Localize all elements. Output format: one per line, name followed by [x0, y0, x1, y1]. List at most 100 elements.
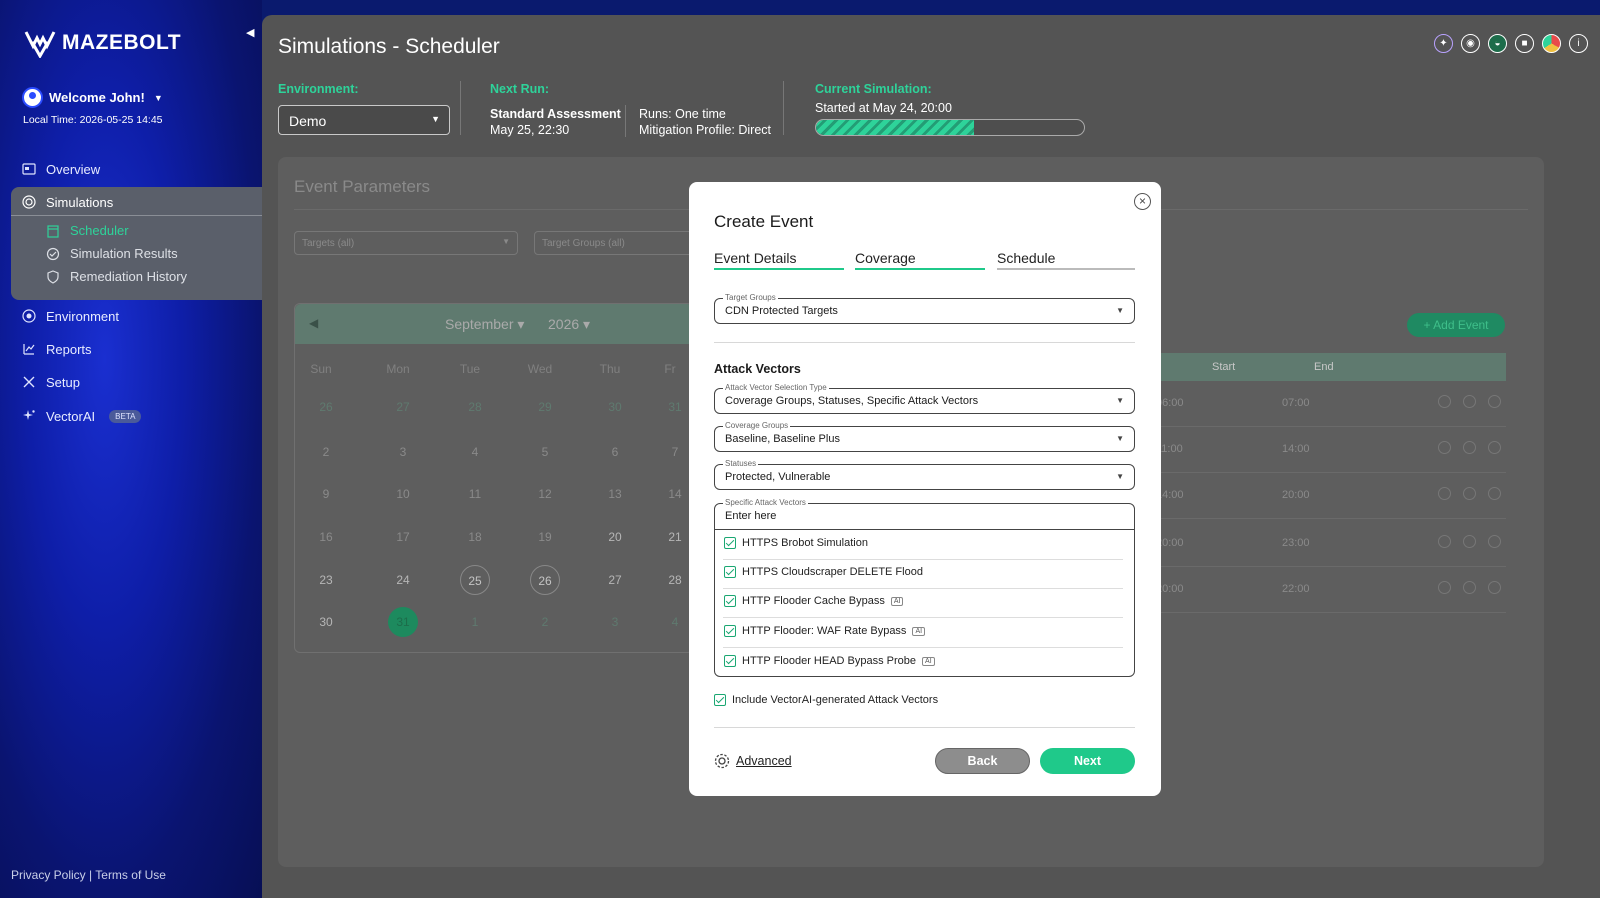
stop-icon[interactable]: ■	[1515, 34, 1534, 53]
calendar-day[interactable]: 2	[311, 437, 341, 467]
calendar-day[interactable]: 26	[311, 392, 341, 422]
calendar-day[interactable]: 29	[530, 392, 560, 422]
calendar-day[interactable]: 27	[388, 392, 418, 422]
nav-setup[interactable]: Setup	[22, 372, 80, 392]
delete-icon[interactable]	[1488, 441, 1501, 454]
calendar-day[interactable]: 11	[460, 479, 490, 509]
zoom-icon[interactable]	[1438, 441, 1451, 454]
edit-icon[interactable]	[1463, 535, 1476, 548]
calendar-day[interactable]: 10	[388, 479, 418, 509]
add-event-button[interactable]: + Add Event	[1407, 313, 1505, 337]
terms-link[interactable]: Terms of Use	[95, 868, 166, 882]
calendar-day[interactable]: 30	[311, 607, 341, 637]
nav-simulation-results[interactable]: Simulation Results	[46, 246, 178, 261]
calendar-month[interactable]: September ▾	[445, 316, 524, 333]
calendar-day[interactable]: 7	[660, 437, 690, 467]
traffic-light-icon[interactable]	[1542, 34, 1561, 53]
calendar-day[interactable]: 1	[460, 607, 490, 637]
delete-icon[interactable]	[1488, 395, 1501, 408]
calendar-day[interactable]: 4	[660, 607, 690, 637]
status-icon[interactable]: ◉	[1461, 34, 1480, 53]
calendar-year[interactable]: 2026 ▾	[548, 316, 590, 333]
privacy-link[interactable]: Privacy Policy	[11, 868, 86, 882]
nav-remediation-history[interactable]: Remediation History	[46, 269, 187, 284]
calendar-day[interactable]: 28	[660, 565, 690, 595]
edit-icon[interactable]	[1463, 441, 1476, 454]
delete-icon[interactable]	[1488, 581, 1501, 594]
selection-type-select[interactable]: Attack Vector Selection Type Coverage Gr…	[714, 383, 1135, 414]
calendar-day[interactable]: 25	[460, 565, 490, 595]
environment-select[interactable]: Demo ▼	[278, 105, 450, 135]
specific-vectors-input[interactable]: Enter here	[725, 510, 776, 522]
calendar-day[interactable]: 6	[600, 437, 630, 467]
calendar-day[interactable]: 31	[388, 607, 418, 637]
schedule-row[interactable]: 20:00 23:00	[1130, 521, 1506, 567]
calendar-day[interactable]: 3	[388, 437, 418, 467]
calendar-day[interactable]: 5	[530, 437, 560, 467]
zoom-icon[interactable]	[1438, 581, 1451, 594]
calendar-day[interactable]: 14	[660, 479, 690, 509]
zoom-icon[interactable]	[1438, 535, 1451, 548]
schedule-row[interactable]: 14:00 20:00	[1130, 473, 1506, 519]
calendar-day[interactable]: 9	[311, 479, 341, 509]
calendar-day[interactable]: 18	[460, 522, 490, 552]
delete-icon[interactable]	[1488, 535, 1501, 548]
calendar-day[interactable]: 13	[600, 479, 630, 509]
calendar-day[interactable]: 28	[460, 392, 490, 422]
attack-vector-item[interactable]: HTTPS Cloudscraper DELETE Flood	[724, 566, 923, 578]
health-icon[interactable]: ◒	[1488, 34, 1507, 53]
edit-icon[interactable]	[1463, 581, 1476, 594]
calendar-day[interactable]: 21	[660, 522, 690, 552]
zoom-icon[interactable]	[1438, 487, 1451, 500]
target-groups-select[interactable]: Target Groups CDN Protected Targets ▼	[714, 293, 1135, 324]
calendar-day[interactable]: 26	[530, 565, 560, 595]
schedule-row[interactable]: 11:00 14:00	[1130, 427, 1506, 473]
attack-vector-item[interactable]: HTTP Flooder Cache Bypass AI	[724, 595, 904, 607]
attack-vector-item[interactable]: HTTP Flooder: WAF Rate Bypass AI	[724, 625, 926, 637]
target-groups-filter[interactable]: Target Groups (all)	[534, 231, 694, 255]
calendar-day[interactable]: 31	[660, 392, 690, 422]
user-menu[interactable]: Welcome John! ▼	[22, 87, 163, 108]
calendar-day[interactable]: 17	[388, 522, 418, 552]
attack-vector-item[interactable]: HTTP Flooder HEAD Bypass Probe AI	[724, 655, 935, 667]
targets-filter[interactable]: Targets (all) ▼	[294, 231, 518, 255]
statuses-select[interactable]: Statuses Protected, Vulnerable ▼	[714, 459, 1135, 490]
calendar-day[interactable]: 2	[530, 607, 560, 637]
calendar-day[interactable]: 20	[600, 522, 630, 552]
brand-logo[interactable]: MAZEBOLT	[24, 28, 181, 58]
coverage-groups-select[interactable]: Coverage Groups Baseline, Baseline Plus …	[714, 421, 1135, 452]
delete-icon[interactable]	[1488, 487, 1501, 500]
calendar-day[interactable]: 19	[530, 522, 560, 552]
calendar-day[interactable]: 24	[388, 565, 418, 595]
calendar-day[interactable]: 12	[530, 479, 560, 509]
calendar-day[interactable]: 3	[600, 607, 630, 637]
advanced-link[interactable]: Advanced	[714, 753, 792, 769]
edit-icon[interactable]	[1463, 487, 1476, 500]
calendar-day[interactable]: 4	[460, 437, 490, 467]
edit-icon[interactable]	[1463, 395, 1476, 408]
calendar-day[interactable]: 30	[600, 392, 630, 422]
next-button[interactable]: Next	[1040, 748, 1135, 774]
info-icon[interactable]: i	[1569, 34, 1588, 53]
schedule-row[interactable]: 20:00 22:00	[1130, 567, 1506, 613]
close-icon[interactable]: ×	[1134, 193, 1151, 210]
ai-sparkle-icon[interactable]: ✦	[1434, 34, 1453, 53]
nav-scheduler[interactable]: Scheduler	[46, 223, 129, 238]
back-button[interactable]: Back	[935, 748, 1030, 774]
calendar-day[interactable]: 16	[311, 522, 341, 552]
calendar-day-of-week: Wed	[527, 362, 553, 376]
schedule-row[interactable]: 06:00 07:00	[1130, 381, 1506, 427]
nav-overview[interactable]: Overview	[22, 159, 100, 179]
nav-environment[interactable]: Environment	[22, 306, 119, 326]
nav-vectorai[interactable]: VectorAI BETA	[22, 406, 142, 426]
include-ai-vectors-checkbox[interactable]: Include VectorAI-generated Attack Vector…	[714, 694, 938, 706]
nav-simulations[interactable]: Simulations	[22, 192, 113, 212]
collapse-sidebar-icon[interactable]: ◀	[246, 26, 254, 39]
zoom-icon[interactable]	[1438, 395, 1451, 408]
attack-vector-name: HTTPS Cloudscraper DELETE Flood	[742, 566, 923, 578]
nav-reports[interactable]: Reports	[22, 339, 92, 359]
calendar-day[interactable]: 23	[311, 565, 341, 595]
prev-month-icon[interactable]: ◀	[309, 316, 318, 330]
attack-vector-item[interactable]: HTTPS Brobot Simulation	[724, 537, 868, 549]
calendar-day[interactable]: 27	[600, 565, 630, 595]
